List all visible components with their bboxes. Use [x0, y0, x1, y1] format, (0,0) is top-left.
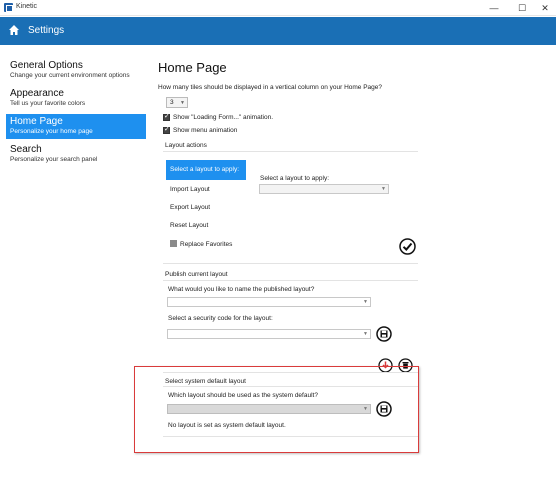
divider	[163, 280, 418, 281]
divider	[163, 151, 418, 152]
maximize-button[interactable]: ☐	[510, 1, 534, 15]
menu-animation-checkbox[interactable]	[163, 125, 170, 134]
header-title: Settings	[28, 25, 65, 36]
app-title: Kinetic	[16, 3, 38, 10]
sidebar-item-search[interactable]: Search Personalize your search panel	[6, 142, 146, 167]
publish-layout-label: Publish current layout	[165, 271, 228, 278]
settings-sidebar: General Options Change your current envi…	[6, 58, 146, 170]
highlight-annotation-box	[134, 366, 419, 453]
loading-form-checkbox[interactable]	[163, 112, 170, 121]
apply-checkmark-icon[interactable]	[399, 238, 416, 255]
sidebar-item-desc: Change your current environment options	[10, 72, 130, 79]
loading-form-label: Show "Loading Form..." animation.	[173, 114, 273, 121]
sidebar-item-desc: Personalize your search panel	[10, 156, 98, 163]
chevron-down-icon: ▼	[363, 331, 368, 337]
layout-actions-label: Layout actions	[165, 142, 207, 149]
sidebar-item-home-page[interactable]: Home Page Personalize your home page	[6, 114, 146, 139]
sidebar-item-title: Appearance	[10, 88, 64, 99]
home-icon[interactable]	[8, 24, 20, 36]
minimize-button[interactable]: —	[482, 1, 506, 15]
close-button[interactable]: ✕	[533, 1, 556, 15]
sidebar-item-title: Search	[10, 144, 42, 155]
sidebar-item-general-options[interactable]: General Options Change your current envi…	[6, 58, 146, 83]
sidebar-item-desc: Tell us your favorite colors	[10, 100, 86, 107]
divider	[163, 263, 418, 264]
tiles-question: How many tiles should be displayed in a …	[158, 84, 383, 91]
publish-name-combobox[interactable]: ▼	[167, 297, 371, 307]
menu-animation-label: Show menu animation	[173, 127, 238, 134]
replace-favorites-checkbox[interactable]	[170, 240, 177, 247]
chevron-down-icon: ▼	[381, 186, 386, 192]
home-page-panel: Home Page How many tiles should be displ…	[158, 60, 548, 91]
window-titlebar: Kinetic — ☐ ✕	[0, 0, 556, 16]
app-logo-icon	[4, 3, 13, 12]
select-layout-label: Select a layout to apply:	[260, 175, 330, 182]
chevron-down-icon: ▼	[180, 100, 185, 106]
chevron-down-icon: ▼	[363, 299, 368, 305]
import-layout-link[interactable]: Import Layout	[170, 186, 210, 193]
page-title: Home Page	[158, 60, 227, 75]
replace-favorites-option[interactable]: Replace Favorites	[170, 240, 232, 248]
layout-select-dropdown[interactable]: ▼	[259, 184, 389, 194]
menu-animation-checkbox-row[interactable]: Show menu animation	[163, 125, 238, 134]
reset-layout-link[interactable]: Reset Layout	[170, 222, 208, 229]
security-code-dropdown[interactable]: ▼	[167, 329, 371, 339]
sidebar-item-desc: Personalize your home page	[10, 128, 93, 135]
save-icon[interactable]	[376, 326, 392, 342]
settings-header: Settings	[0, 17, 556, 45]
publish-name-question: What would you like to name the publishe…	[168, 286, 315, 293]
tiles-count-select[interactable]: 3 ▼	[166, 97, 188, 108]
sidebar-item-appearance[interactable]: Appearance Tell us your favorite colors	[6, 86, 146, 111]
tiles-count-value: 3	[170, 99, 174, 106]
export-layout-link[interactable]: Export Layout	[170, 204, 210, 211]
sidebar-item-title: Home Page	[10, 116, 63, 127]
security-code-question: Select a security code for the layout:	[168, 315, 273, 322]
loading-form-checkbox-row[interactable]: Show "Loading Form..." animation.	[163, 112, 273, 121]
sidebar-item-title: General Options	[10, 60, 83, 71]
select-layout-apply-button[interactable]: Select a layout to apply:	[166, 160, 246, 180]
replace-favorites-label: Replace Favorites	[180, 241, 233, 248]
